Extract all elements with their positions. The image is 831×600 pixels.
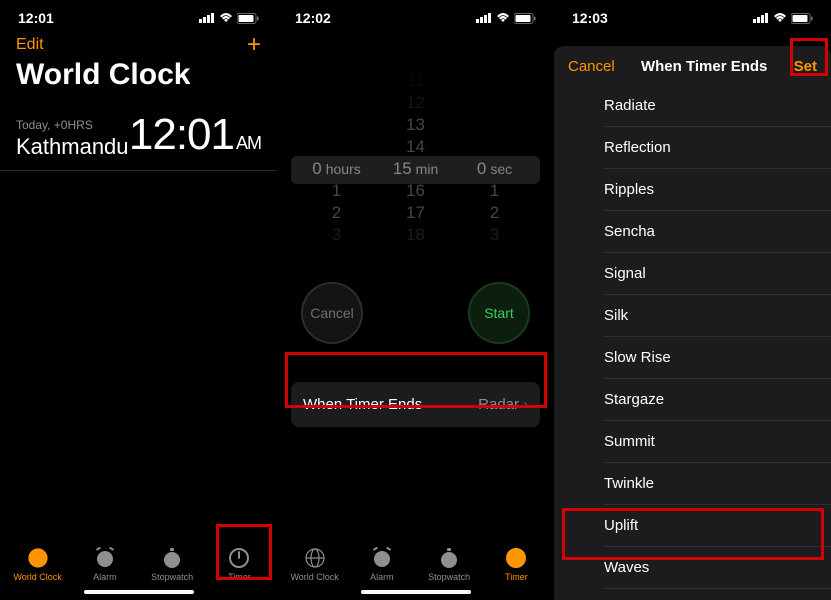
picker-seconds[interactable]: 0 sec 1 2 3 [460, 70, 530, 246]
status-indicators [753, 13, 813, 24]
sound-item[interactable]: Radiate [604, 85, 831, 127]
sound-list[interactable]: Radiate Reflection Ripples Sencha Signal… [554, 85, 831, 600]
world-clock-row[interactable]: Today, +0HRS Kathmandu 12:01AM [0, 108, 277, 171]
chevron-right-icon: › [523, 396, 528, 413]
sound-item[interactable]: Sencha [604, 211, 831, 253]
tab-bar: World Clock Alarm Stopwatch Timer [277, 540, 554, 586]
status-bar: 12:01 [0, 0, 277, 30]
sound-item[interactable]: Slow Rise [604, 337, 831, 379]
screen-timer-sound-picker: 12:03 Cancel When Timer Ends Set Radiate… [554, 0, 831, 600]
stopwatch-icon [160, 546, 184, 570]
battery-icon [791, 13, 813, 24]
wifi-icon [219, 13, 233, 23]
screen-timer: 12:02 0 hours 1 2 3 11 12 13 14 15 min 1… [277, 0, 554, 600]
sheet-title: When Timer Ends [641, 58, 767, 75]
status-time: 12:01 [18, 10, 54, 26]
sound-item[interactable]: Twinkle [604, 463, 831, 505]
alarm-icon [370, 546, 394, 570]
clock-time-display: 12:01AM [129, 110, 261, 160]
picker-minutes[interactable]: 11 12 13 14 15 min 16 17 18 [381, 70, 451, 246]
time-picker[interactable]: 0 hours 1 2 3 11 12 13 14 15 min 16 17 1… [277, 70, 554, 246]
cancel-button[interactable]: Cancel [301, 282, 363, 344]
tab-bar: World Clock Alarm Stopwatch Timer [0, 540, 277, 586]
cancel-button[interactable]: Cancel [568, 58, 615, 75]
tab-stopwatch[interactable]: Stopwatch [418, 546, 480, 582]
signal-icon [753, 13, 769, 23]
status-time: 12:02 [295, 10, 331, 26]
status-bar: 12:03 [554, 0, 831, 30]
edit-button[interactable]: Edit [16, 36, 44, 54]
tab-world-clock[interactable]: World Clock [7, 546, 69, 582]
stopwatch-icon [437, 546, 461, 570]
status-indicators [476, 13, 536, 24]
battery-icon [237, 13, 259, 24]
status-indicators [199, 13, 259, 24]
signal-icon [199, 13, 215, 23]
sound-item[interactable]: Waves [604, 547, 831, 589]
add-button[interactable]: + [247, 36, 261, 54]
sound-item[interactable]: Summit [604, 421, 831, 463]
home-indicator[interactable] [361, 590, 471, 594]
sound-item[interactable]: Signal [604, 253, 831, 295]
wifi-icon [496, 13, 510, 23]
when-timer-ends-row[interactable]: When Timer Ends Radar › [291, 382, 540, 427]
start-button[interactable]: Start [468, 282, 530, 344]
sound-item[interactable]: Uplift [604, 505, 831, 547]
signal-icon [476, 13, 492, 23]
sound-item-classic[interactable]: Classic› [604, 589, 831, 600]
wifi-icon [773, 13, 787, 23]
timer-icon [504, 546, 528, 570]
picker-hours[interactable]: 0 hours 1 2 3 [302, 70, 372, 246]
page-title: World Clock [0, 58, 277, 108]
sound-item[interactable]: Ripples [604, 169, 831, 211]
clock-offset: Today, +0HRS [16, 118, 129, 132]
screen-world-clock: 12:01 Edit + World Clock Today, +0HRS Ka… [0, 0, 277, 600]
tab-stopwatch[interactable]: Stopwatch [141, 546, 203, 582]
sound-item[interactable]: Silk [604, 295, 831, 337]
tab-world-clock[interactable]: World Clock [284, 546, 346, 582]
sound-picker-sheet: Cancel When Timer Ends Set Radiate Refle… [554, 46, 831, 600]
tab-timer[interactable]: Timer [485, 546, 547, 582]
tab-alarm[interactable]: Alarm [351, 546, 413, 582]
sound-item[interactable]: Stargaze [604, 379, 831, 421]
when-timer-ends-value: Radar [478, 396, 519, 413]
globe-icon [26, 546, 50, 570]
battery-icon [514, 13, 536, 24]
clock-city: Kathmandu [16, 134, 129, 160]
sound-item[interactable]: Reflection [604, 127, 831, 169]
status-bar: 12:02 [277, 0, 554, 30]
when-timer-ends-label: When Timer Ends [303, 396, 422, 413]
tab-timer[interactable]: Timer [208, 546, 270, 582]
home-indicator[interactable] [84, 590, 194, 594]
set-button[interactable]: Set [794, 58, 817, 75]
tab-alarm[interactable]: Alarm [74, 546, 136, 582]
timer-icon [227, 546, 251, 570]
alarm-icon [93, 546, 117, 570]
status-time: 12:03 [572, 10, 608, 26]
globe-icon [303, 546, 327, 570]
